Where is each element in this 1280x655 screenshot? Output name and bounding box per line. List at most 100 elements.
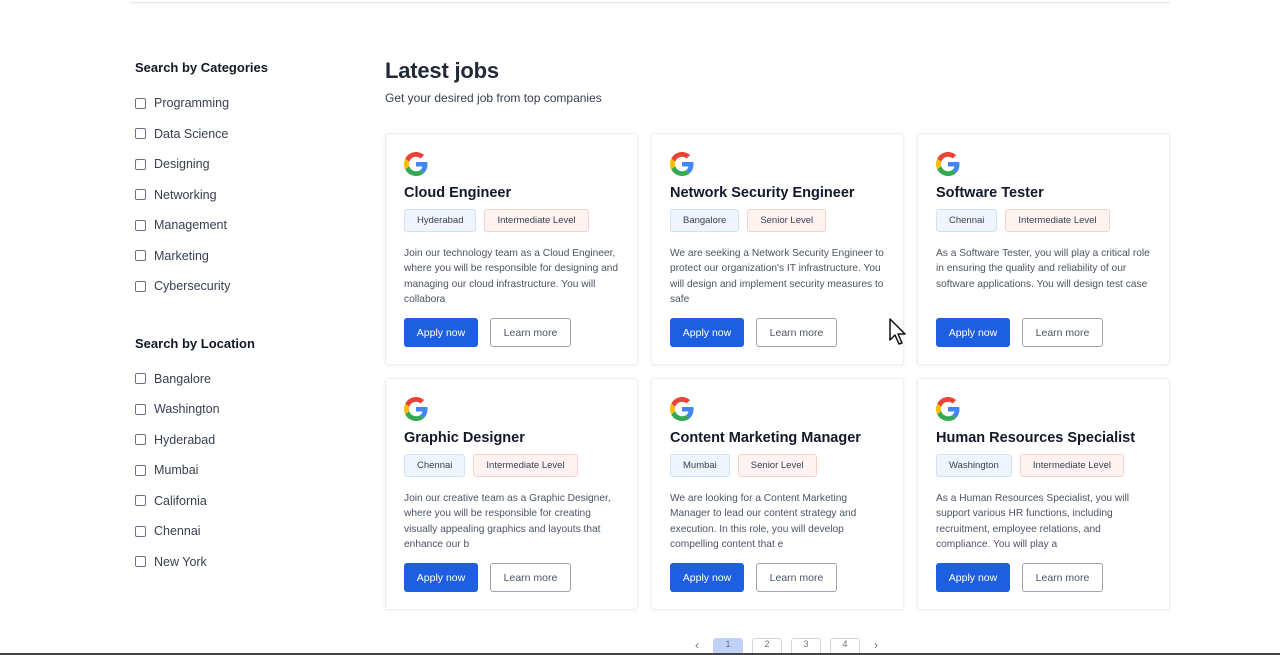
job-title: Cloud Engineer bbox=[404, 185, 512, 201]
filter-sidebar: Search by Categories Programming Data Sci… bbox=[135, 60, 355, 577]
category-filter-data-science[interactable]: Data Science bbox=[135, 119, 355, 150]
google-logo-icon bbox=[670, 397, 885, 421]
category-filter-label: Management bbox=[154, 218, 227, 233]
location-tag: Mumbai bbox=[670, 454, 730, 477]
location-filter-label: Hyderabad bbox=[154, 432, 216, 447]
job-description: We are looking for a Content Marketing M… bbox=[670, 493, 857, 550]
job-card: Human Resources Specialist Washington Inte… bbox=[917, 378, 1170, 610]
location-checkbox[interactable] bbox=[135, 556, 146, 568]
category-checkbox[interactable] bbox=[135, 250, 146, 262]
location-filter-label: Bangalore bbox=[154, 371, 211, 386]
learn-more-button[interactable]: Learn more bbox=[1022, 318, 1103, 347]
learn-more-button[interactable]: Learn more bbox=[756, 318, 837, 347]
job-title: Network Security Engineer bbox=[670, 185, 855, 201]
category-filter-management[interactable]: Management bbox=[135, 210, 355, 241]
job-tags: Chennai Intermediate Level bbox=[404, 454, 619, 477]
category-checkbox[interactable] bbox=[135, 158, 146, 170]
location-filter-heading: Search by Location bbox=[135, 335, 255, 351]
job-title: Graphic Designer bbox=[404, 430, 525, 446]
category-filter-heading: Search by Categories bbox=[135, 60, 268, 75]
category-checkbox[interactable] bbox=[135, 128, 146, 140]
location-tag: Washington bbox=[936, 454, 1012, 477]
location-filter-label: Washington bbox=[154, 402, 220, 417]
category-filter-cybersecurity[interactable]: Cybersecurity bbox=[135, 271, 355, 302]
location-checkbox[interactable] bbox=[135, 403, 146, 415]
learn-more-button[interactable]: Learn more bbox=[490, 563, 571, 592]
category-filter-label: Marketing bbox=[154, 248, 209, 263]
google-logo-icon bbox=[936, 152, 1151, 176]
job-tags: Hyderabad Intermediate Level bbox=[404, 209, 619, 232]
google-logo-icon bbox=[670, 152, 885, 176]
level-tag: Intermediate Level bbox=[1019, 454, 1124, 477]
category-filter-label: Data Science bbox=[154, 126, 229, 141]
learn-more-button[interactable]: Learn more bbox=[756, 563, 837, 592]
job-description: Join our creative team as a Graphic Desi… bbox=[404, 493, 611, 550]
job-card-grid: Cloud Engineer Hyderabad Intermediate Leve… bbox=[385, 133, 1170, 610]
job-title: Content Marketing Manager bbox=[670, 430, 861, 446]
learn-more-button[interactable]: Learn more bbox=[490, 318, 571, 347]
learn-more-button[interactable]: Learn more bbox=[1022, 563, 1103, 592]
location-filter-mumbai[interactable]: Mumbai bbox=[135, 455, 355, 486]
job-card: Software Tester Chennai Intermediate Level… bbox=[917, 133, 1170, 365]
location-checkbox[interactable] bbox=[135, 434, 146, 446]
google-logo-icon bbox=[936, 397, 1151, 421]
location-checkbox[interactable] bbox=[135, 464, 146, 476]
job-actions: Apply now Learn more bbox=[404, 318, 619, 347]
job-actions: Apply now Learn more bbox=[936, 563, 1151, 592]
apply-now-button[interactable]: Apply now bbox=[404, 563, 478, 592]
google-logo-icon bbox=[404, 397, 619, 421]
apply-now-button[interactable]: Apply now bbox=[670, 563, 744, 592]
location-tag: Hyderabad bbox=[404, 209, 477, 232]
job-title: Software Tester bbox=[936, 185, 1044, 201]
page-subtitle: Get your desired job from top companies bbox=[385, 91, 602, 105]
job-actions: Apply now Learn more bbox=[670, 318, 885, 347]
mouse-cursor-icon bbox=[889, 318, 906, 345]
location-checkbox[interactable] bbox=[135, 495, 146, 507]
level-tag: Senior Level bbox=[747, 209, 827, 232]
location-checkbox[interactable] bbox=[135, 373, 146, 385]
location-filter-washington[interactable]: Washington bbox=[135, 394, 355, 425]
category-checkbox[interactable] bbox=[135, 219, 146, 231]
category-filter-programming[interactable]: Programming bbox=[135, 88, 355, 119]
level-tag: Senior Level bbox=[737, 454, 817, 477]
job-card: Cloud Engineer Hyderabad Intermediate Leve… bbox=[385, 133, 638, 365]
job-tags: Washington Intermediate Level bbox=[936, 454, 1151, 477]
job-description: As a Software Tester, you will play a cr… bbox=[936, 248, 1150, 290]
location-filter-label: Chennai bbox=[154, 524, 201, 539]
job-card: Graphic Designer Chennai Intermediate Leve… bbox=[385, 378, 638, 610]
apply-now-button[interactable]: Apply now bbox=[936, 563, 1010, 592]
category-checkbox[interactable] bbox=[135, 280, 146, 292]
jobs-section-header: Latest jobs Get your desired job from to… bbox=[385, 58, 1170, 105]
location-filter-hyderabad[interactable]: Hyderabad bbox=[135, 425, 355, 456]
location-filter-label: Mumbai bbox=[154, 463, 199, 478]
job-actions: Apply now Learn more bbox=[670, 563, 885, 592]
location-filter-new-york[interactable]: New York bbox=[135, 547, 355, 578]
level-tag: Intermediate Level bbox=[1005, 209, 1110, 232]
category-filter-marketing[interactable]: Marketing bbox=[135, 241, 355, 272]
category-filter-networking[interactable]: Networking bbox=[135, 180, 355, 211]
apply-now-button[interactable]: Apply now bbox=[670, 318, 744, 347]
category-filter-label: Designing bbox=[154, 157, 210, 172]
top-navbar-edge bbox=[130, 0, 1170, 3]
level-tag: Intermediate Level bbox=[484, 209, 589, 232]
level-tag: Intermediate Level bbox=[473, 454, 578, 477]
category-checkbox[interactable] bbox=[135, 189, 146, 201]
location-checkbox[interactable] bbox=[135, 525, 146, 537]
job-description: We are seeking a Network Security Engine… bbox=[670, 248, 884, 305]
location-filter-chennai[interactable]: Chennai bbox=[135, 516, 355, 547]
job-description: As a Human Resources Specialist, you wil… bbox=[936, 493, 1130, 550]
location-filter-california[interactable]: California bbox=[135, 486, 355, 517]
job-title: Human Resources Specialist bbox=[936, 430, 1136, 446]
page-title: Latest jobs bbox=[385, 58, 499, 83]
category-filter-designing[interactable]: Designing bbox=[135, 149, 355, 180]
job-actions: Apply now Learn more bbox=[936, 318, 1151, 347]
job-tags: Mumbai Senior Level bbox=[670, 454, 885, 477]
job-card: Network Security Engineer Bangalore Senior… bbox=[651, 133, 904, 365]
job-tags: Chennai Intermediate Level bbox=[936, 209, 1151, 232]
apply-now-button[interactable]: Apply now bbox=[936, 318, 1010, 347]
category-checkbox[interactable] bbox=[135, 97, 146, 109]
job-card: Content Marketing Manager Mumbai Senior Le… bbox=[651, 378, 904, 610]
location-filter-bangalore[interactable]: Bangalore bbox=[135, 364, 355, 395]
job-description: Join our technology team as a Cloud Engi… bbox=[404, 248, 619, 305]
apply-now-button[interactable]: Apply now bbox=[404, 318, 478, 347]
